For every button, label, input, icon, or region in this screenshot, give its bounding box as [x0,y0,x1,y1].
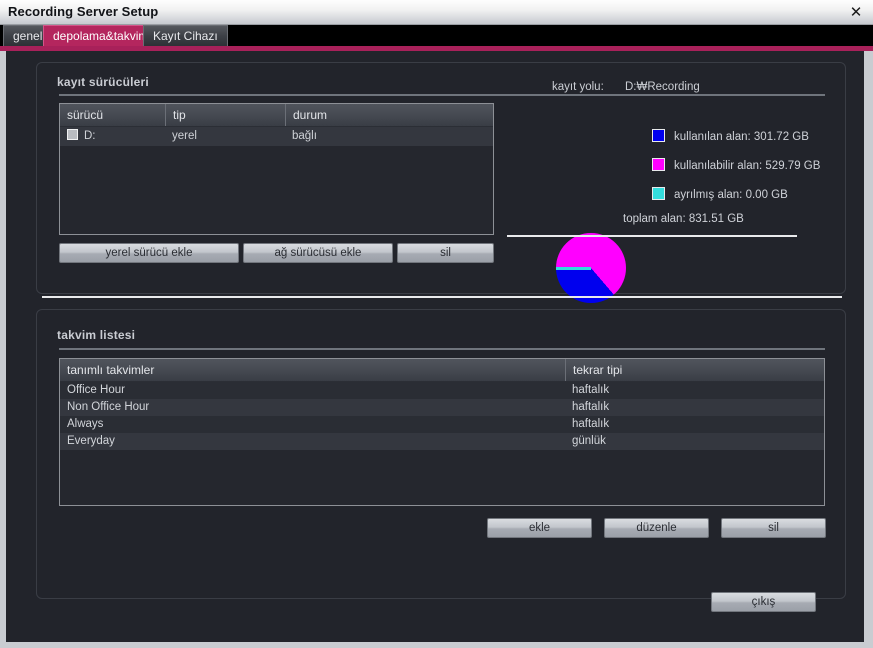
legend-label-reserved: ayrılmış alan: 0.00 GB [674,189,788,201]
legend-swatch-used [652,129,665,142]
delete-drive-button[interactable]: sil [397,243,494,263]
record-path-label: kayıt yolu: [552,81,604,93]
drive-checkbox[interactable] [67,129,78,140]
storage-panel: kayıt sürücüleri sürücü tip durum D: yer… [36,62,846,303]
delete-schedule-button[interactable]: sil [721,518,826,538]
table-row[interactable]: Everyday günlük [60,433,824,450]
window-title: Recording Server Setup [8,4,159,19]
total-space-label: toplam alan: 831.51 GB [623,213,744,225]
schedule-name: Office Hour [67,384,125,396]
legend-item-free: kullanılabilir alan: 529.79 GB [652,158,820,172]
column-header-type: tip [165,104,285,126]
schedule-name: Always [67,418,104,430]
drive-name: D: [84,130,96,142]
legend-label-free: kullanılabilir alan: 529.79 GB [674,160,821,172]
section-separator [42,296,842,298]
content-area: kayıt sürücüleri sürücü tip durum D: yer… [6,51,864,642]
disk-info-rule [507,235,797,237]
add-network-drive-button[interactable]: ağ sürücüsü ekle [243,243,393,263]
title-bar: Recording Server Setup ✕ [0,0,873,25]
schedule-title-rule [59,348,825,350]
tab-depolama-takvim[interactable]: depolama&takvim [43,25,159,46]
exit-button[interactable]: çıkış [711,592,816,612]
legend-item-used: kullanılan alan: 301.72 GB [652,129,809,143]
edit-schedule-button[interactable]: düzenle [604,518,709,538]
table-row[interactable]: D: yerel bağlı [60,127,493,146]
schedule-section-title: takvim listesi [57,328,136,342]
drives-table-header: sürücü tip durum [60,104,493,127]
disk-usage-pie-chart [556,233,626,303]
legend-item-reserved: ayrılmış alan: 0.00 GB [652,187,788,201]
schedule-repeat: haftalık [572,401,610,413]
schedule-repeat: haftalık [572,418,610,430]
schedules-table[interactable]: tanımlı takvimler tekrar tipi Office Hou… [59,358,825,506]
add-schedule-button[interactable]: ekle [487,518,592,538]
column-header-status: durum [285,104,493,126]
tab-kayit-cihazi[interactable]: Kayıt Cihazı [143,25,228,46]
schedules-table-header: tanımlı takvimler tekrar tipi [60,359,824,382]
schedule-panel: takvim listesi tanımlı takvimler tekrar … [36,309,846,599]
record-path-value: D:₩Recording [625,81,700,93]
storage-section-title: kayıt sürücüleri [57,75,149,89]
recording-server-setup-window: Recording Server Setup ✕ genel depolama&… [0,0,873,648]
column-header-schedule-name: tanımlı takvimler [67,363,155,377]
schedule-repeat: haftalık [572,384,610,396]
column-header-repeat-type: tekrar tipi [565,359,824,381]
schedule-name: Non Office Hour [67,401,150,413]
drive-status: bağlı [292,130,317,142]
legend-swatch-free [652,158,665,171]
drive-type: yerel [172,130,197,142]
legend-label-used: kullanılan alan: 301.72 GB [674,131,809,143]
pie-slice-reserved [556,267,591,270]
column-header-drive: sürücü [67,108,104,122]
legend-swatch-reserved [652,187,665,200]
schedule-repeat: günlük [572,435,606,447]
drives-table[interactable]: sürücü tip durum D: yerel bağlı [59,103,494,235]
table-row[interactable]: Non Office Hour haftalık [60,399,824,416]
table-row[interactable]: Always haftalık [60,416,824,433]
table-row[interactable]: Office Hour haftalık [60,382,824,399]
storage-title-rule [59,94,825,96]
tab-bar: genel depolama&takvim Kayıt Cihazı [0,25,873,46]
schedule-name: Everyday [67,435,115,447]
add-local-drive-button[interactable]: yerel sürücü ekle [59,243,239,263]
close-icon[interactable]: ✕ [845,3,867,21]
